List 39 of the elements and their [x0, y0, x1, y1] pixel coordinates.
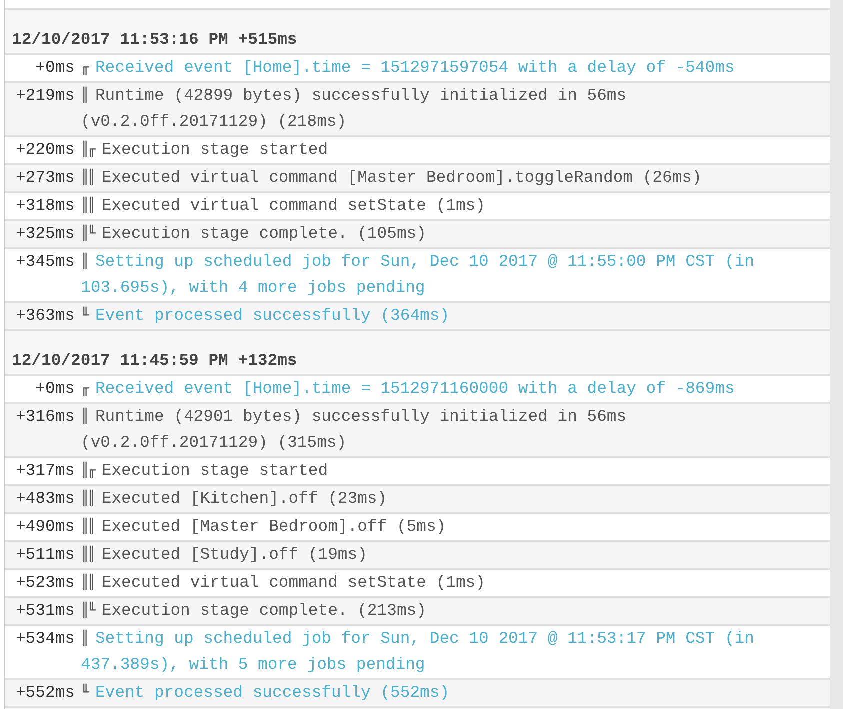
- log-message: ║ Runtime (42899 bytes) successfully initialized in 56ms (v0.2.0ff.20171129) (218ms): [81, 85, 628, 133]
- time-offset: +317ms: [14, 460, 75, 482]
- time-offset: +220ms: [14, 139, 75, 161]
- log-message: ║╓ Execution stage started: [81, 139, 330, 161]
- log-message: ║║ Executed [Master Bedroom].off (5ms): [81, 516, 448, 538]
- time-offset: +363ms: [14, 305, 75, 327]
- scrollbar[interactable]: [830, 0, 843, 709]
- time-offset: +511ms: [14, 544, 75, 566]
- log-message: ╙ Event processed successfully (552ms): [81, 682, 451, 704]
- log-message: ╙ Event processed successfully (364ms): [81, 305, 451, 327]
- time-offset: +490ms: [14, 516, 75, 538]
- log-message: ║ Setting up scheduled job for Sun, Dec 10 2017 @ 11:55:00 PM CST (in 103.695s), with 4 more jobs pending: [81, 251, 756, 299]
- log-message: ╓ Received event [Home].time = 1512971597054 with a delay of -540ms: [81, 57, 736, 79]
- time-offset: +523ms: [14, 572, 75, 594]
- event-timestamp: 12/10/2017 11:53:16 PM +515ms: [11, 29, 298, 51]
- log-message: ║╙ Execution stage complete. (105ms): [81, 223, 428, 245]
- time-offset: +483ms: [14, 488, 75, 510]
- time-offset: +219ms: [14, 85, 75, 107]
- log-message: ║ Runtime (42901 bytes) successfully initialized in 56ms (v0.2.0ff.20171129) (315ms): [81, 406, 628, 454]
- time-offset: +552ms: [14, 682, 75, 704]
- time-offset: +273ms: [14, 167, 75, 189]
- log-message: ║ Setting up scheduled job for Sun, Dec 10 2017 @ 11:53:17 PM CST (in 437.389s), with 5 more jobs pending: [81, 628, 756, 676]
- time-offset: +345ms: [14, 251, 75, 273]
- time-offset: +531ms: [14, 600, 75, 622]
- log-message: ╓ Received event [Home].time = 1512971160000 with a delay of -869ms: [81, 378, 736, 400]
- log-message: ║║ Executed virtual command [Master Bedroom].toggleRandom (26ms): [81, 167, 703, 189]
- log-message: ║║ Executed [Kitchen].off (23ms): [81, 488, 388, 510]
- time-offset: +0ms: [34, 378, 75, 400]
- time-offset: +316ms: [14, 406, 75, 428]
- time-offset: +318ms: [14, 195, 75, 217]
- log-message: ║║ Executed virtual command setState (1ms): [81, 195, 486, 217]
- log-message: ║║ Executed virtual command setState (1ms): [81, 572, 486, 594]
- time-offset: +0ms: [34, 57, 75, 79]
- log-message: ║╙ Execution stage complete. (213ms): [81, 600, 428, 622]
- event-timestamp: 12/10/2017 11:45:59 PM +132ms: [11, 350, 298, 372]
- log-message: ║║ Executed [Study].off (19ms): [81, 544, 368, 566]
- log-message: ║╓ Execution stage started: [81, 460, 330, 482]
- time-offset: +534ms: [14, 628, 75, 650]
- time-offset: +325ms: [14, 223, 75, 245]
